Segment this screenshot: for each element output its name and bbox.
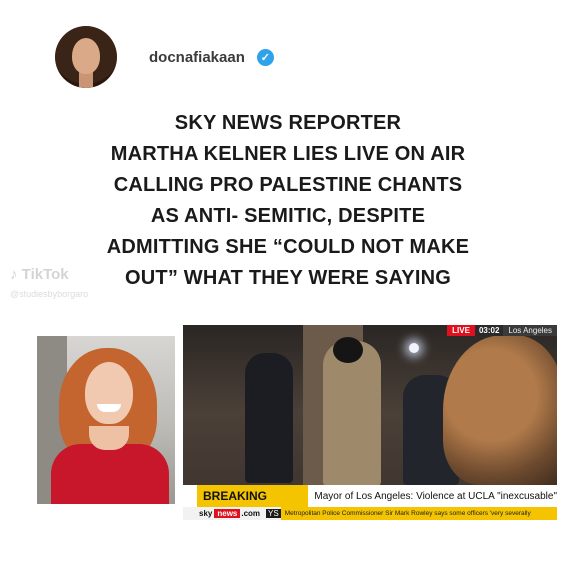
news-broadcast-screenshot: LIVE 03:02 Los Angeles BREAKING NEWS May… [183, 325, 557, 520]
headline-line: MARTHA KELNER LIES LIVE ON AIR [110, 143, 466, 165]
avatar[interactable] [55, 26, 117, 88]
reporter-photo [37, 336, 175, 504]
breaking-news-label: BREAKING NEWS [197, 485, 309, 520]
broadcast-time: 03:02 [474, 325, 504, 336]
ticker-crawl-text: Metropolitan Police Commissioner Sir Mar… [280, 507, 557, 520]
tiktok-watermark: ♪ TikTok @studiesbyborgaro [10, 266, 88, 299]
lower-third: BREAKING NEWS Mayor of Los Angeles: Viol… [183, 485, 557, 520]
verified-check-icon: ✓ [256, 48, 274, 66]
tiktok-logo-text: TikTok [21, 266, 69, 283]
headline-line: AS ANTI- SEMITIC, DESPITE [150, 205, 426, 227]
news-ticker: sky news .com YS Metropolitan Police Com… [183, 507, 557, 520]
sky-news-logo: sky news .com [199, 509, 261, 518]
tiktok-note-icon: ♪ [10, 266, 18, 283]
ticker-separator: YS [266, 509, 281, 518]
tiktok-handle: @studiesbyborgaro [10, 289, 89, 299]
news-headline: Mayor of Los Angeles: Violence at UCLA "… [314, 490, 557, 502]
headline-line: CALLING PRO PALESTINE CHANTS [113, 174, 463, 196]
live-badge: LIVE [447, 325, 475, 336]
live-tag: LIVE 03:02 Los Angeles [447, 325, 557, 336]
headline-line: ADMITTING SHE “COULD NOT MAKE [106, 236, 470, 258]
post-card: docnafiakaan ✓ SKY NEWS REPORTER MARTHA … [0, 0, 576, 576]
broadcast-location: Los Angeles [503, 325, 557, 336]
headline-line: SKY NEWS REPORTER [174, 112, 402, 134]
username[interactable]: docnafiakaan [149, 49, 245, 66]
post-header: docnafiakaan ✓ [55, 26, 274, 88]
